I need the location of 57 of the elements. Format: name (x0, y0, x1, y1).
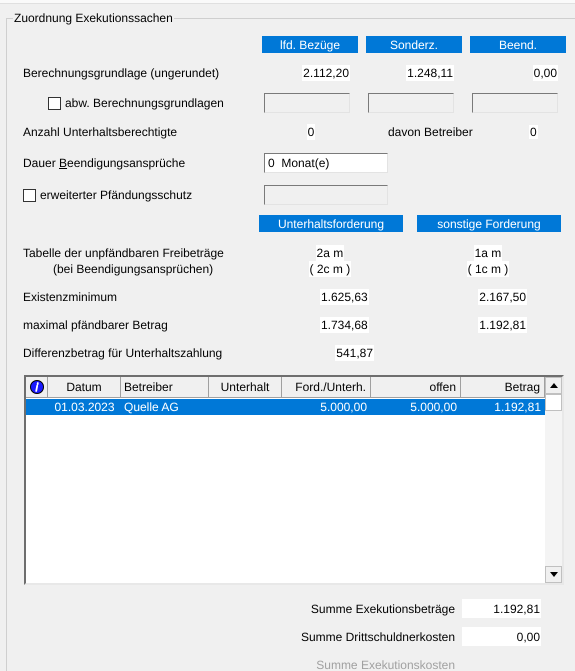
checkbox[interactable] (23, 188, 36, 202)
total-field: 0,00 (462, 627, 541, 646)
checkbox-label: abw. Berechnungsgrundlagen (65, 95, 224, 112)
group-title: Zuordnung Exekutionssachen (13, 10, 174, 26)
value-text: 0 (529, 125, 538, 139)
table-row[interactable]: 01.03.2023 Quelle AG 5.000,00 5.000,00 1.192,81 (26, 399, 545, 415)
lookup-label: (bei Beendigungsansprüchen) (52, 261, 214, 277)
total-field: 1.192,81 (462, 599, 541, 618)
column-header: Sonderz. (366, 36, 462, 53)
column-header: lfd. Bezüge (262, 36, 358, 53)
table-cell-text: 5.000,00 (410, 399, 457, 416)
value-text: 1.625,63 (320, 289, 369, 305)
column-header[interactable]: Unterhalt (209, 377, 282, 398)
table-cell-text: Quelle AG (124, 399, 179, 416)
scroll-up-button[interactable] (545, 377, 562, 394)
amount-label: maximal pfändbarer Betrag (23, 317, 169, 334)
value-text: 1.192,81 (478, 317, 528, 333)
table-code: ( 1c m ) (466, 261, 510, 277)
table-code: ( 2c m ) (308, 261, 352, 277)
table-cell-text: 01.03.2023 (54, 399, 115, 416)
value-text: 0,00 (532, 65, 558, 81)
total-label: Summe Exekutionskosten (315, 656, 455, 671)
amount-label: Differenzbetrag für Unterhaltszahlung (23, 345, 224, 362)
input-field[interactable]: 0 Monat(e) (264, 153, 388, 173)
table-code: 1a m (474, 245, 502, 261)
total-label: Summe Drittschuldnerkosten (300, 628, 455, 646)
value-text: 1.734,68 (320, 317, 369, 333)
down-arrow-icon (550, 572, 558, 577)
scrollbar-thumb[interactable] (545, 394, 562, 411)
checkbox[interactable] (48, 96, 61, 110)
value-text: 541,87 (335, 345, 374, 361)
table-code: 2a m (316, 245, 344, 261)
column-header: Unterhaltsforderung (259, 215, 403, 232)
column-header[interactable]: Betrag (461, 377, 545, 398)
up-arrow-icon (550, 383, 558, 388)
column-header[interactable]: Ford./Unterh. (282, 377, 371, 398)
info-icon (30, 380, 44, 394)
scroll-down-button[interactable] (545, 566, 562, 583)
column-header: Beend. (470, 36, 566, 53)
column-header[interactable]: offen (371, 377, 461, 398)
column-header: sonstige Forderung (417, 215, 561, 232)
total-label: Summe Exekutionsbeträge (310, 600, 455, 618)
value-text: 1.248,11 (406, 65, 454, 81)
value-text: 2.112,20 (302, 65, 350, 81)
duration-label: Dauer Beendigungsansprüche (23, 155, 186, 172)
dependents-label: Anzahl Unterhaltsberechtigte (23, 124, 178, 141)
table-cell-text: 1.192,81 (494, 399, 541, 416)
column-header[interactable]: Betreiber (121, 377, 209, 398)
table-cell-text: 5.000,00 (320, 399, 367, 416)
lookup-label: Tabelle der unpfändbaren Freibeträge (23, 245, 225, 261)
amount-label: Existenzminimum (23, 289, 118, 306)
column-header[interactable]: Datum (48, 377, 121, 398)
checkbox-label: erweiterter Pfändungsschutz (40, 187, 192, 204)
basis-label: Berechnungsgrundlage (ungerundet) (23, 65, 220, 82)
sub-label: davon Betreiber (388, 125, 473, 139)
value-text: 0 (306, 124, 316, 140)
value-text: 2.167,50 (478, 289, 528, 305)
